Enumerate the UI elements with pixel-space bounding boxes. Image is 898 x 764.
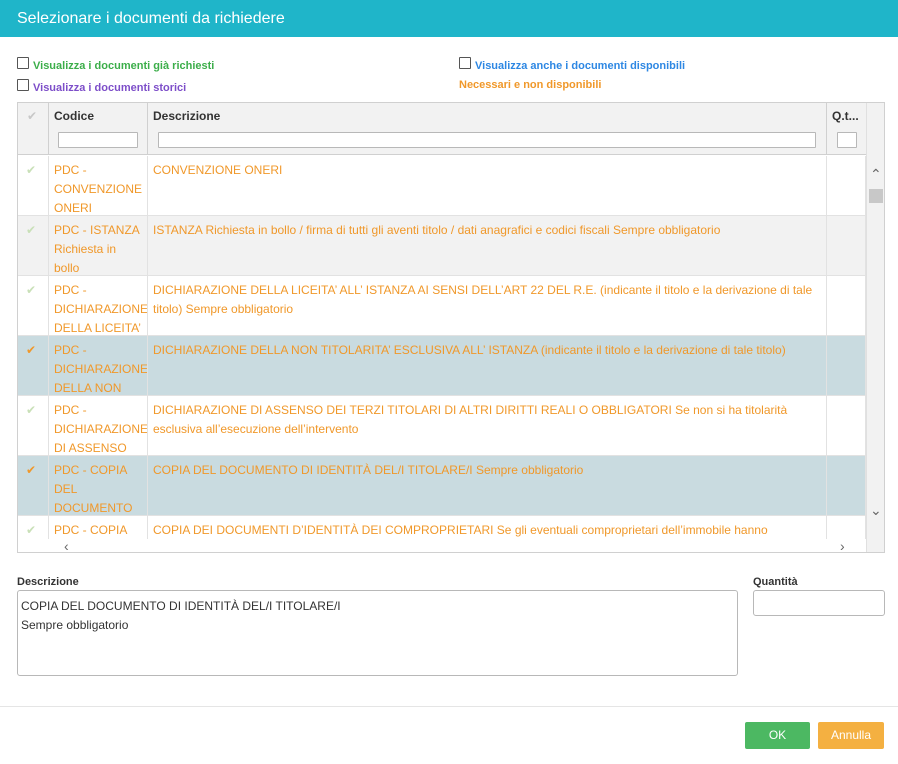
scroll-up-icon[interactable]: ⌃	[870, 167, 882, 181]
dialog-title: Selezionare i documenti da richiedere	[0, 0, 898, 37]
row-check-icon[interactable]: ✔	[26, 163, 36, 177]
row-descrizione: COPIA DEL DOCUMENTO DI IDENTITÀ DEL/I TI…	[153, 463, 584, 477]
header-quantita-label: Q.t...	[832, 109, 859, 123]
header-codice-label: Codice	[54, 109, 95, 123]
header-descrizione-label: Descrizione	[153, 109, 221, 123]
quantita-label: Quantità	[753, 576, 798, 588]
row-quantita	[827, 216, 866, 276]
row-descrizione: DICHIARAZIONE DI ASSENSO DEI TERZI TITOL…	[153, 403, 788, 436]
table-row[interactable]: ✔ PDC - COPIA DEL DOCUMENTO COPIA DEL DO…	[18, 456, 866, 516]
scroll-down-icon[interactable]: ⌄	[870, 503, 882, 517]
row-codice: PDC - COPIA DEL DOCUMENTO	[54, 463, 133, 515]
row-quantita	[827, 336, 866, 396]
table-row[interactable]: ✔ PDC - ISTANZA Richiesta in bollo ISTAN…	[18, 216, 866, 276]
row-quantita	[827, 396, 866, 456]
header-quantita[interactable]: Q.t...	[827, 103, 866, 155]
row-check-icon[interactable]: ✔	[26, 343, 36, 357]
table-row[interactable]: ✔ PDC - COPIA COPIA DEI DOCUMENTI D’IDEN…	[18, 516, 866, 540]
scroll-left-icon[interactable]: ‹	[64, 539, 69, 552]
legend-missing-label: Necessari e non disponibili	[459, 79, 602, 91]
row-check-icon[interactable]: ✔	[26, 223, 36, 237]
scroll-right-icon[interactable]: ›	[840, 539, 845, 552]
check-all-icon: ✔	[27, 109, 38, 123]
row-codice: PDC - ISTANZA Richiesta in bollo	[54, 223, 140, 275]
row-descrizione: DICHIARAZIONE DELLA LICEITA’ ALL’ ISTANZ…	[153, 283, 813, 316]
scrollbar-thumb[interactable]	[869, 189, 883, 203]
table-row[interactable]: ✔ PDC - CONVENZIONE ONERI CONVENZIONE ON…	[18, 156, 866, 216]
row-codice: PDC - DICHIARAZIONE DELLA LICEITA’	[54, 283, 148, 335]
header-codice[interactable]: Codice	[49, 103, 148, 155]
vertical-scrollbar[interactable]: ⌃ ⌄	[866, 103, 884, 552]
show-available-checkbox[interactable]	[459, 57, 471, 69]
show-historic-checkbox[interactable]	[17, 79, 29, 91]
row-codice: PDC - DICHIARAZIONE DELLA NON	[54, 343, 148, 395]
row-codice: PDC - DICHIARAZIONE DI ASSENSO	[54, 403, 148, 455]
row-descrizione: ISTANZA Richiesta in bollo / firma di tu…	[153, 223, 721, 237]
documents-grid: ✔ Codice Descrizione Q.t... ✔ PDC - CONV…	[17, 102, 885, 553]
quantita-input[interactable]	[753, 590, 885, 616]
header-select-all[interactable]: ✔	[18, 103, 49, 155]
row-quantita	[827, 276, 866, 336]
ok-button[interactable]: OK	[745, 722, 810, 749]
grid-header: ✔ Codice Descrizione Q.t...	[18, 103, 866, 155]
codice-filter-input[interactable]	[58, 132, 138, 148]
table-row[interactable]: ✔ PDC - DICHIARAZIONE DI ASSENSO DICHIAR…	[18, 396, 866, 456]
show-requested-label[interactable]: Visualizza i documenti già richiesti	[33, 60, 214, 72]
horizontal-scrollbar[interactable]: ‹ ›	[18, 539, 866, 552]
quantita-filter-input[interactable]	[837, 132, 857, 148]
row-descrizione: CONVENZIONE ONERI	[153, 163, 283, 177]
row-codice: PDC - CONVENZIONE ONERI	[54, 163, 143, 215]
row-check-icon[interactable]: ✔	[26, 463, 36, 477]
footer-divider	[0, 706, 898, 707]
row-quantita	[827, 156, 866, 216]
row-check-icon[interactable]: ✔	[26, 523, 36, 537]
show-available-label[interactable]: Visualizza anche i documenti disponibili	[475, 60, 685, 72]
descrizione-textarea[interactable]: COPIA DEL DOCUMENTO DI IDENTITÀ DEL/I TI…	[17, 590, 738, 676]
row-quantita	[827, 516, 866, 540]
table-row[interactable]: ✔ PDC - DICHIARAZIONE DELLA LICEITA’ DIC…	[18, 276, 866, 336]
header-descrizione[interactable]: Descrizione	[148, 103, 827, 155]
grid-body: ✔ PDC - CONVENZIONE ONERI CONVENZIONE ON…	[18, 156, 866, 540]
table-row[interactable]: ✔ PDC - DICHIARAZIONE DELLA NON DICHIARA…	[18, 336, 866, 396]
row-quantita	[827, 456, 866, 516]
descrizione-filter-input[interactable]	[158, 132, 816, 148]
descrizione-label: Descrizione	[17, 576, 79, 588]
row-check-icon[interactable]: ✔	[26, 403, 36, 417]
show-historic-label[interactable]: Visualizza i documenti storici	[33, 82, 186, 94]
show-requested-checkbox[interactable]	[17, 57, 29, 69]
row-descrizione: COPIA DEI DOCUMENTI D’IDENTITÀ DEI COMPR…	[153, 523, 768, 537]
row-check-icon[interactable]: ✔	[26, 283, 36, 297]
cancel-button[interactable]: Annulla	[818, 722, 884, 749]
row-descrizione: DICHIARAZIONE DELLA NON TITOLARITA’ ESCL…	[153, 343, 786, 357]
